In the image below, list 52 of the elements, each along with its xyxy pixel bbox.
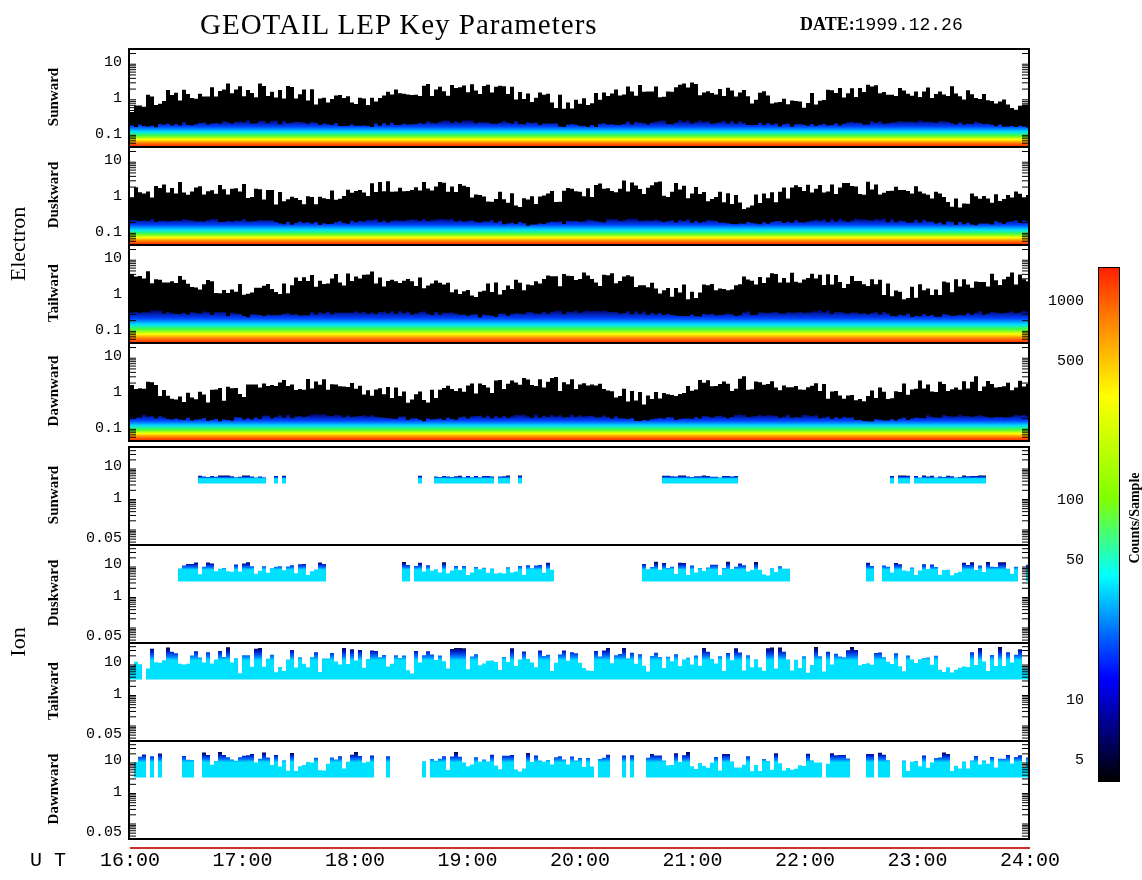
panel-label: Tailward: [44, 264, 62, 322]
time-tick-label: 24:00: [1000, 849, 1060, 873]
axis-tick-label: 0.1: [95, 127, 122, 144]
colorbar-tick-label: 50: [1066, 553, 1084, 570]
panel-label: Duskward: [44, 161, 62, 229]
colorbar-tick-label: 1000: [1048, 294, 1084, 311]
panel-label: Sunward: [44, 465, 62, 525]
panel-label: Dawnward: [44, 355, 62, 427]
panel-label: Sunward: [44, 67, 62, 127]
axis-tick-label: 1: [113, 188, 122, 205]
axis-tick-label: 10: [104, 655, 122, 672]
panel-label: Dawnward: [44, 753, 62, 825]
axis-tick-label: 10: [104, 753, 122, 770]
panel-label: Duskward: [44, 559, 62, 627]
panel-label: Tailward: [44, 662, 62, 720]
colorbar-tick-label: 10: [1066, 692, 1084, 709]
axis-tick-label: 10: [104, 250, 122, 267]
axis-tick-label: 1: [113, 490, 122, 507]
time-tick-label: 20:00: [550, 849, 610, 873]
axis-tick-label: 10: [104, 557, 122, 574]
time-tick-label: 18:00: [325, 849, 385, 873]
axis-tick-label: 0.1: [95, 225, 122, 242]
time-tick-label: 21:00: [662, 849, 723, 873]
colorbar-tick-label: 500: [1057, 354, 1084, 371]
axis-tick-label: 10: [104, 54, 122, 71]
plot-title: GEOTAIL LEP Key Parameters: [200, 7, 599, 41]
axis-tick-label: 0.1: [95, 323, 122, 340]
axis-tick-label: 1: [113, 384, 122, 401]
axis-tick-label: 10: [104, 348, 122, 365]
axis-tick-label: 0.05: [86, 727, 122, 744]
axis-group-label: Electron: [5, 206, 31, 282]
time-tick-label: 23:00: [887, 849, 948, 873]
axis-tick-label: 0.05: [86, 531, 122, 548]
colorbar-title: Counts/Sample: [1127, 472, 1142, 564]
colorbar-tick-label: 100: [1057, 493, 1084, 510]
axis-tick-label: 0.1: [95, 421, 122, 438]
axis-tick-label: 10: [104, 152, 122, 169]
colorbar-tick-label: 5: [1075, 752, 1084, 769]
axis-tick-label: 0.05: [86, 825, 122, 842]
axis-tick-label: 1: [113, 588, 122, 605]
axis-tick-label: 1: [113, 286, 122, 303]
axis-tick-label: 1: [113, 686, 122, 703]
time-tick-label: 19:00: [437, 849, 498, 873]
axis-tick-label: 1: [113, 784, 122, 801]
date-label: DATE:1999.12.26: [800, 13, 963, 35]
axis-group-label: Ion: [5, 627, 31, 657]
axis-tick-label: 10: [104, 459, 122, 476]
time-tick-label: 16:00: [100, 849, 160, 873]
axis-tick-label: 1: [113, 90, 122, 107]
time-tick-label: 17:00: [212, 849, 273, 873]
axis-tick-label: 0.05: [86, 629, 122, 646]
time-tick-label: 22:00: [775, 849, 835, 873]
